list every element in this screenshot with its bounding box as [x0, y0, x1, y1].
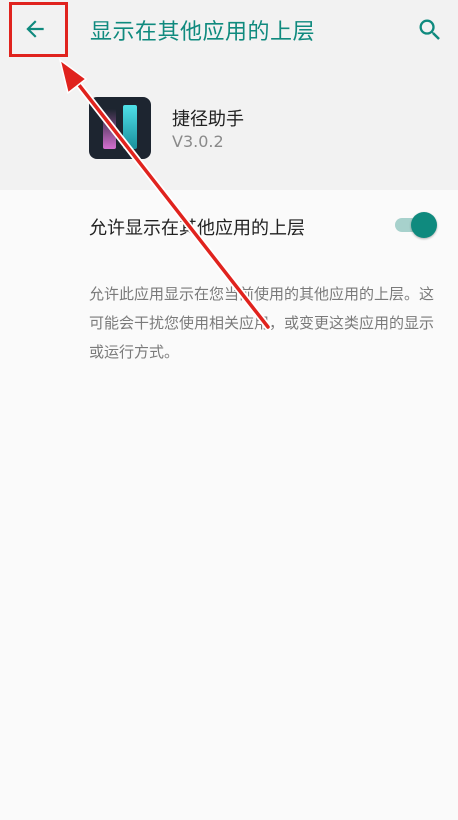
overlay-permission-setting[interactable]: 允许显示在其他应用的上层: [0, 190, 458, 260]
app-name: 捷径助手: [172, 109, 244, 130]
page-title: 显示在其他应用的上层: [90, 20, 316, 45]
app-icon: [89, 97, 151, 159]
toggle-thumb: [411, 212, 437, 238]
setting-description: 允许此应用显示在您当前使用的其他应用的上层。这可能会干扰您使用相关应用，或变更这…: [89, 285, 435, 361]
app-version: V3.0.2: [172, 132, 224, 151]
app-bar: 显示在其他应用的上层: [0, 0, 458, 62]
setting-label: 允许显示在其他应用的上层: [89, 218, 305, 239]
app-info-header: 捷径助手 V3.0.2: [0, 62, 458, 190]
search-icon: [419, 19, 440, 40]
highlight-box: [9, 2, 68, 57]
screen: 显示在其他应用的上层 捷径助手 V3.0.2 允许显示在其他应用的上层 允许此应…: [0, 0, 458, 820]
overlay-permission-toggle[interactable]: [393, 212, 441, 238]
search-button[interactable]: [412, 12, 448, 48]
